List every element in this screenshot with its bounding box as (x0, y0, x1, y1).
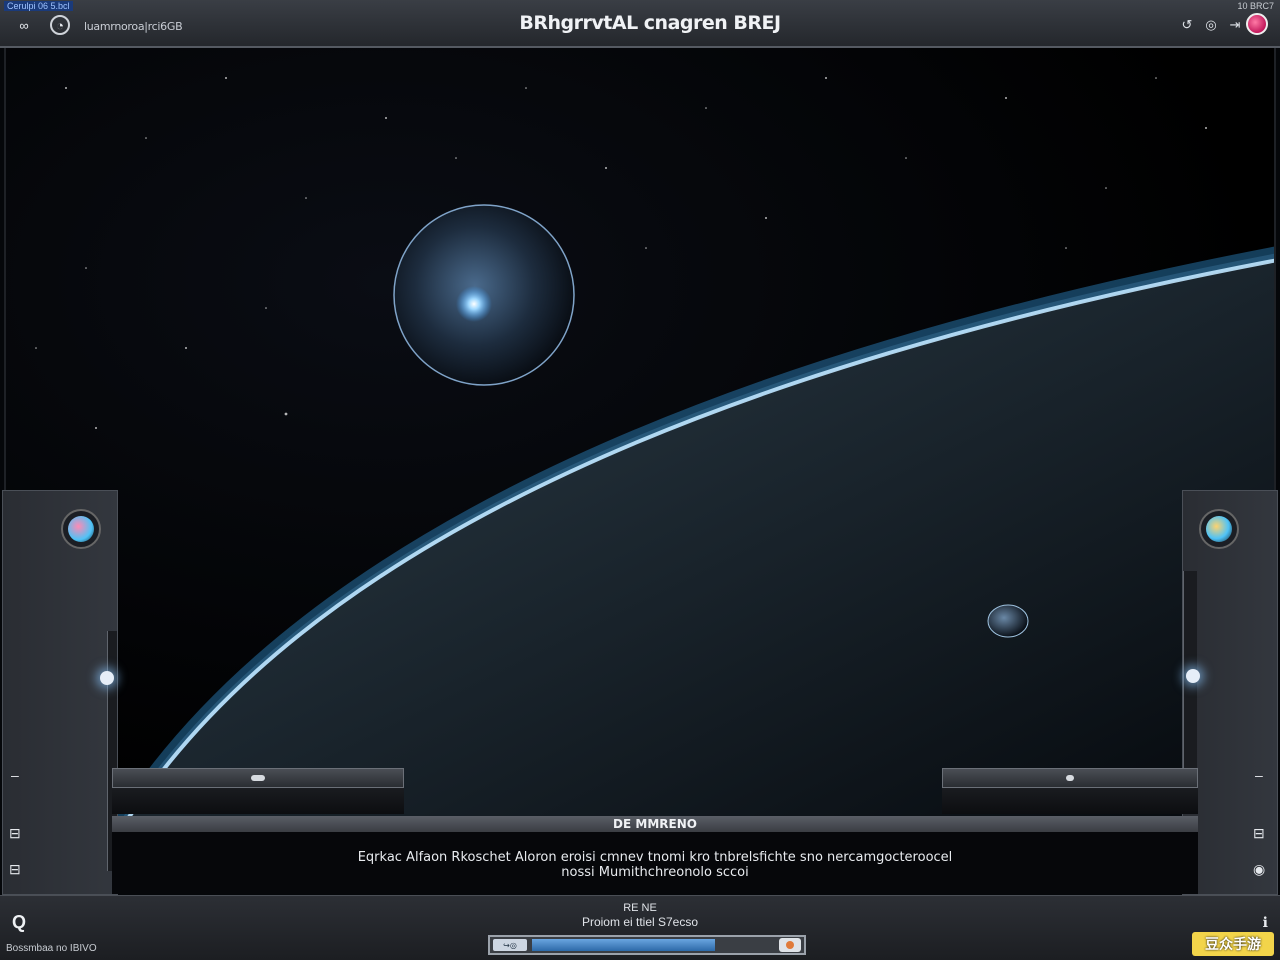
title-bar: Cerulpi 06 5.bcl 10 BRC7 ∞ ◔ luamrnoroa|… (0, 0, 1280, 48)
record-icon[interactable] (1246, 13, 1268, 35)
link-icon[interactable]: ∞ (14, 15, 34, 35)
left-minus-icon[interactable]: – (11, 767, 19, 783)
small-moon (987, 604, 1029, 638)
status-center-heading: RE NE (623, 902, 657, 914)
page-title: BRhgrrvtAL cnagren BREJ (519, 12, 781, 34)
status-center-text: Proiom ei ttiel S7ecso (581, 915, 699, 929)
sync-icon[interactable]: ◎ (1202, 16, 1220, 34)
left-crystal-icon[interactable] (61, 509, 101, 549)
export-icon[interactable]: ⇥ (1226, 16, 1244, 34)
progress-fill (532, 939, 715, 951)
right-drive-icon[interactable]: ⊟ (1253, 825, 1265, 842)
left-control-bar[interactable] (112, 768, 404, 788)
brand-badge: 豆众手游 (1192, 932, 1274, 956)
search-icon[interactable]: Q (12, 912, 26, 933)
left-side-panel: – ⊟ ⊟ (2, 490, 118, 895)
window-corner-label: Cerulpi 06 5.bcl (4, 1, 73, 11)
progress-left-button[interactable]: ↪◎ (493, 939, 527, 951)
space-viewport[interactable] (4, 48, 1276, 828)
right-control-bar[interactable] (942, 768, 1198, 788)
right-slider-knob[interactable] (1186, 669, 1200, 683)
left-device-icon[interactable]: ⊟ (9, 861, 21, 878)
right-minus-icon[interactable]: – (1255, 767, 1263, 783)
progress-bar[interactable]: ↪◎ (488, 935, 806, 955)
info-heading: DE MMRENO (112, 816, 1198, 832)
undo-icon[interactable]: ↺ (1178, 16, 1196, 34)
right-crystal-icon[interactable] (1199, 509, 1239, 549)
info-line-1: Eqrkac Alfaon Rkoschet Aloron eroisi cmn… (357, 850, 953, 865)
window-corner-right: 10 BRC7 (1237, 1, 1274, 11)
window-subtitle: luamrnoroa|rci6GB (84, 20, 183, 33)
space-scene (35, 77, 1274, 828)
right-bar-shadow (942, 788, 1198, 814)
earth-surface (116, 253, 1274, 828)
left-drive-icon[interactable]: ⊟ (9, 825, 21, 842)
moon-light (456, 286, 492, 322)
left-bar-shadow (112, 788, 404, 814)
refresh-icon[interactable]: ◔ (50, 15, 70, 35)
info-line-2: nossi Mumithchreonolo sccoi (561, 865, 749, 880)
left-slider-knob[interactable] (100, 671, 114, 685)
info-icon[interactable]: ℹ (1263, 914, 1268, 931)
app-window: Cerulpi 06 5.bcl 10 BRC7 ∞ ◔ luamrnoroa|… (0, 0, 1280, 960)
status-left-text: Bossmbaa no IBIVO (6, 943, 97, 954)
info-panel: Eqrkac Alfaon Rkoschet Aloron eroisi cmn… (112, 832, 1198, 894)
record-button[interactable] (779, 938, 801, 952)
status-bar: Q Bossmbaa no IBIVO RE NE Proiom ei ttie… (0, 895, 1280, 960)
right-power-icon[interactable]: ◉ (1253, 861, 1265, 878)
